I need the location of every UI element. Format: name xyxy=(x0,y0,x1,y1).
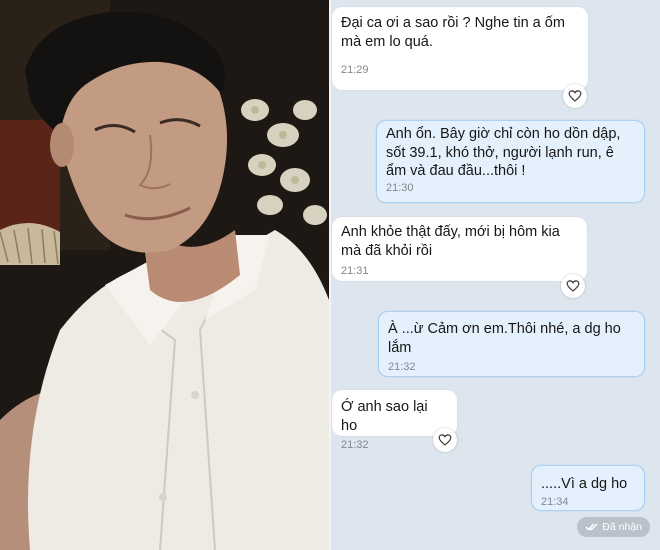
message-text: Anh khỏe thật đấy, mới bị hôm kia mà đã … xyxy=(341,224,560,259)
delivery-status-badge: Đã nhận xyxy=(577,517,650,537)
message-outgoing[interactable]: .....Vì a dg ho 21:34 xyxy=(531,465,645,511)
message-time: 21:32 xyxy=(341,439,369,451)
delivery-status-text: Đã nhận xyxy=(602,521,642,533)
profile-photo xyxy=(0,0,329,550)
message-text: À ...ừ Cảm ơn em.Thôi nhé, a dg ho lắm xyxy=(388,321,621,356)
message-time: 21:29 xyxy=(341,64,369,76)
heart-reaction-button[interactable] xyxy=(433,428,457,452)
message-time: 21:34 xyxy=(541,496,569,508)
message-incoming[interactable]: Anh khỏe thật đấy, mới bị hôm kia mà đã … xyxy=(332,217,587,281)
message-time: 21:32 xyxy=(388,361,416,373)
heart-reaction-button[interactable] xyxy=(563,84,587,108)
message-text: Đại ca ơi a sao rồi ? Nghe tin a ốm mà e… xyxy=(341,15,565,50)
message-incoming[interactable]: Đại ca ơi a sao rồi ? Nghe tin a ốm mà e… xyxy=(332,7,588,90)
chat-conversation[interactable]: Đại ca ơi a sao rồi ? Nghe tin a ốm mà e… xyxy=(331,0,660,550)
message-time: 21:31 xyxy=(341,265,369,277)
message-time: 21:30 xyxy=(386,181,414,194)
heart-outline-icon xyxy=(566,280,580,292)
heart-outline-icon xyxy=(568,90,582,102)
heart-outline-icon xyxy=(438,434,452,446)
message-text: Ớ anh sao lại ho xyxy=(341,399,428,434)
message-outgoing[interactable]: À ...ừ Cảm ơn em.Thôi nhé, a dg ho lắm 2… xyxy=(378,311,645,377)
portrait-illustration xyxy=(0,0,329,550)
message-text: .....Vì a dg ho xyxy=(541,476,628,492)
heart-reaction-button[interactable] xyxy=(561,274,585,298)
message-outgoing[interactable]: Anh ổn. Bây giờ chỉ còn ho dồn dập, sốt … xyxy=(376,120,645,203)
double-check-icon xyxy=(585,523,599,531)
message-text: Anh ổn. Bây giờ chỉ còn ho dồn dập, sốt … xyxy=(386,126,621,179)
